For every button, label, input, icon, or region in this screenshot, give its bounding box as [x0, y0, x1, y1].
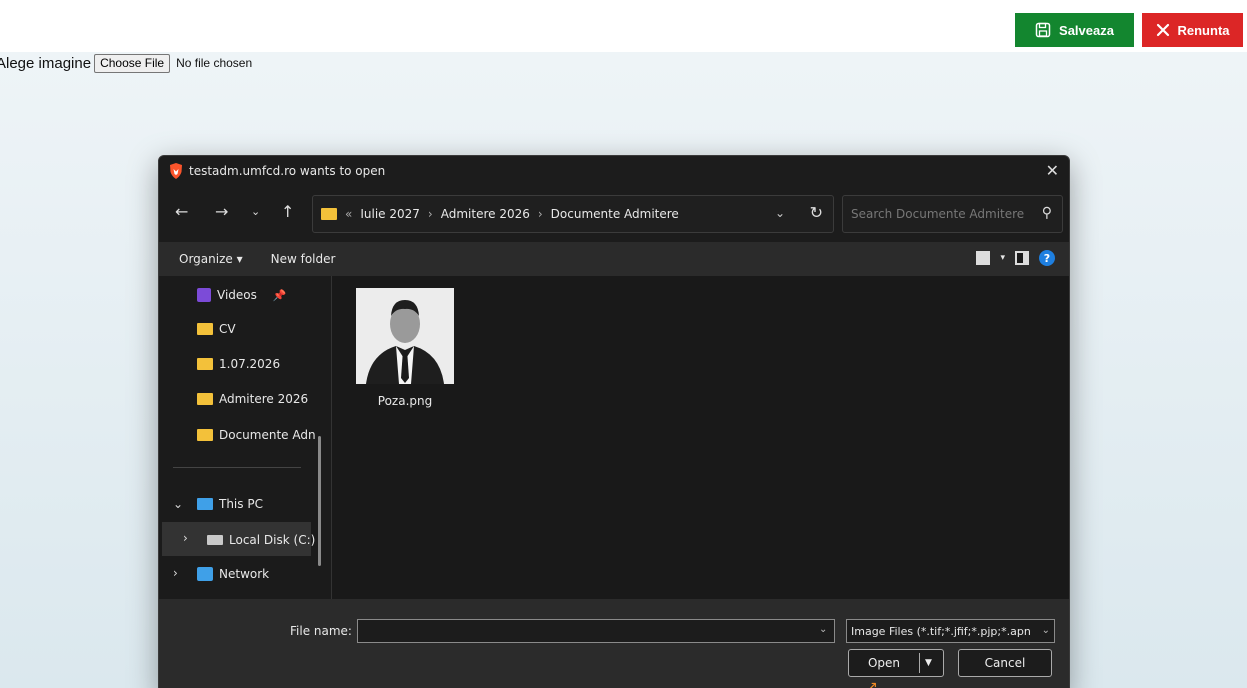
pin-icon[interactable]: 📌	[273, 289, 287, 302]
sidebar-item-label: Network	[219, 567, 270, 581]
save-label: Salveaza	[1059, 22, 1114, 38]
preview-pane-icon[interactable]	[1015, 251, 1029, 265]
file-name: Poza.png	[377, 394, 433, 408]
sidebar-item-label: 1.07.2026	[219, 357, 281, 371]
breadcrumb-prefix: «	[345, 207, 353, 221]
sidebar-item-label: Documente Adn	[219, 428, 316, 442]
caret-down-icon[interactable]: ▼	[919, 653, 937, 673]
refresh-icon[interactable]: ↻	[810, 203, 823, 222]
choose-file-button[interactable]: Choose File	[94, 53, 171, 73]
search-placeholder: Search Documente Admitere	[851, 207, 1025, 221]
new-folder-button[interactable]: New folder	[271, 252, 336, 266]
sidebar-item-videos[interactable]: Videos 📌	[197, 285, 287, 305]
search-icon: ⚲	[1041, 205, 1052, 221]
toolbar-right: ▾ ?	[976, 250, 1055, 266]
chevron-down-icon[interactable]: ⌄	[173, 497, 183, 511]
computer-icon	[197, 498, 213, 510]
navigation-bar: ← → ⌄ ↑ « Iulie 2027 › Admitere 2026 › D…	[159, 194, 1069, 234]
file-list: Poza.png	[332, 276, 1069, 599]
address-bar[interactable]: « Iulie 2027 › Admitere 2026 › Documente…	[312, 195, 834, 233]
sidebar-item-label: This PC	[219, 497, 263, 511]
folder-icon	[197, 323, 213, 335]
open-button[interactable]: Open ▼	[848, 649, 944, 677]
sidebar-item-this-pc[interactable]: This PC	[197, 494, 263, 514]
cancel-button[interactable]: Renunta	[1142, 13, 1243, 47]
navigation-pane: Videos 📌 CV 1.07.2026 Admitere 2026 Docu…	[159, 276, 331, 599]
dialog-title: testadm.umfcd.ro wants to open	[189, 164, 386, 178]
folder-icon	[197, 358, 213, 370]
close-icon	[1156, 23, 1169, 37]
floppy-disk-icon	[1035, 22, 1051, 38]
sidebar-item-documente[interactable]: Documente Adn	[197, 425, 316, 445]
view-options-icon[interactable]	[976, 251, 991, 265]
help-icon[interactable]: ?	[1039, 250, 1055, 266]
forward-icon[interactable]: →	[215, 202, 228, 221]
folder-icon	[197, 429, 213, 441]
network-icon	[197, 567, 213, 581]
disk-icon	[207, 535, 223, 545]
file-label: Alege imagine	[0, 54, 92, 72]
sidebar-item-admitere[interactable]: Admitere 2026	[197, 389, 308, 409]
save-button[interactable]: Salveaza	[1015, 13, 1134, 47]
chevron-right-icon[interactable]: ›	[173, 566, 178, 580]
close-icon[interactable]: ✕	[1046, 161, 1059, 180]
sidebar-item-label: Local Disk (C:)	[229, 533, 316, 547]
breadcrumb-item[interactable]: Admitere 2026	[441, 207, 530, 221]
brave-icon	[170, 163, 182, 179]
open-label: Open	[867, 656, 901, 670]
top-bar: Salveaza Renunta	[0, 0, 1247, 52]
organize-menu[interactable]: Organize ▾	[179, 252, 243, 266]
recent-locations-icon[interactable]: ⌄	[251, 205, 260, 218]
up-icon[interactable]: ↑	[281, 202, 294, 221]
chevron-down-icon[interactable]: ⌄	[819, 624, 827, 635]
sidebar-item-date-folder[interactable]: 1.07.2026	[197, 354, 280, 374]
search-input[interactable]: Search Documente Admitere ⚲	[842, 195, 1063, 233]
file-name-input[interactable]	[357, 619, 835, 643]
sidebar-item-label: CV	[219, 322, 236, 336]
folder-icon	[321, 208, 337, 220]
cursor-icon: ↗	[866, 679, 878, 688]
sidebar-item-cv[interactable]: CV	[197, 319, 236, 339]
breadcrumb-item[interactable]: Documente Admitere	[551, 207, 679, 221]
dialog-title-bar: testadm.umfcd.ro wants to open ✕	[159, 156, 1069, 186]
scrollbar[interactable]	[318, 436, 321, 566]
breadcrumb-item[interactable]: Iulie 2027	[360, 207, 420, 221]
back-icon[interactable]: ←	[175, 202, 188, 221]
image-thumbnail	[356, 288, 454, 384]
caret-down-icon[interactable]: ▾	[1000, 253, 1005, 263]
sidebar-item-network[interactable]: Network	[197, 564, 269, 584]
cancel-label: Renunta	[1177, 22, 1230, 38]
chevron-right-icon[interactable]: ›	[183, 531, 188, 545]
file-upload-row: Alege imagine Choose File No file chosen	[0, 53, 252, 73]
chevron-right-icon: ›	[427, 207, 433, 221]
dialog-cancel-button[interactable]: Cancel	[958, 649, 1052, 677]
sidebar-item-label: Admitere 2026	[219, 392, 309, 406]
sidebar-item-local-disk[interactable]: Local Disk (C:)	[207, 530, 315, 550]
toolbar: Organize ▾ New folder ▾ ?	[159, 242, 1069, 276]
sidebar-item-label: Videos	[217, 288, 257, 302]
file-item[interactable]: Poza.png	[356, 288, 454, 408]
file-name-label: File name:	[290, 624, 352, 638]
dialog-footer: File name: ⌄ Image Files (*.tif;*.jfif;*…	[159, 599, 1069, 688]
file-type-value: Image Files (*.tif;*.jfif;*.pjp;*.apn	[851, 624, 1031, 638]
chevron-right-icon: ›	[537, 207, 543, 221]
videos-icon	[197, 288, 211, 302]
file-open-dialog: testadm.umfcd.ro wants to open ✕ ← → ⌄ ↑…	[158, 155, 1070, 688]
divider	[173, 467, 301, 468]
folder-icon	[197, 393, 213, 405]
file-type-select[interactable]: Image Files (*.tif;*.jfif;*.pjp;*.apn ⌄	[846, 619, 1055, 643]
chevron-down-icon: ⌄	[1041, 625, 1050, 636]
no-file-text: No file chosen	[176, 56, 253, 70]
chevron-down-icon[interactable]: ⌄	[775, 206, 785, 220]
